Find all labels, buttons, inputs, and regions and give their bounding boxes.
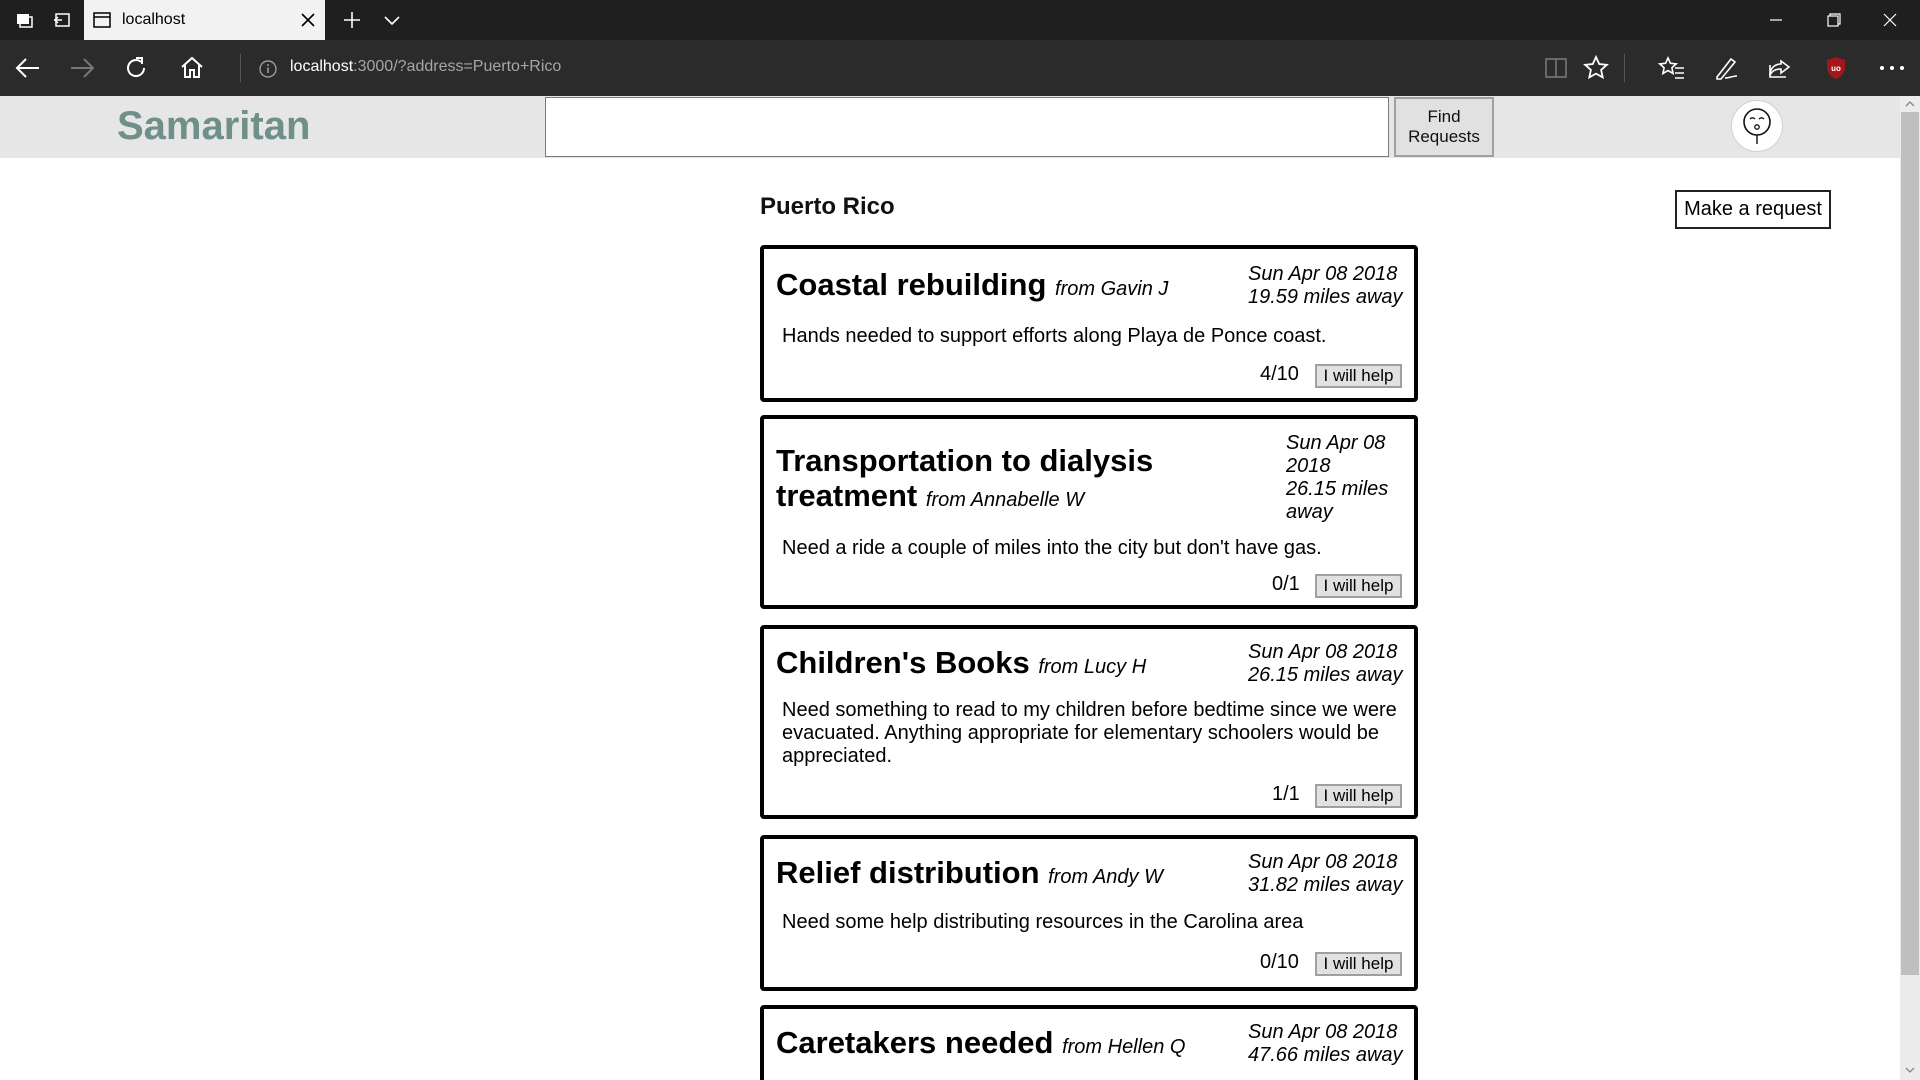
reading-view-icon[interactable] <box>1536 48 1576 88</box>
scroll-up-icon[interactable] <box>1900 96 1920 112</box>
request-title-line: Transportation to dialysis <box>776 443 1154 478</box>
restore-icon[interactable] <box>1806 0 1862 40</box>
web-note-pen-icon[interactable] <box>1706 48 1746 88</box>
svg-text:uo: uo <box>1831 64 1841 73</box>
request-meta: Sun Apr 08 2018 47.66 miles away <box>1248 1021 1403 1067</box>
tab-list-chevron-icon[interactable] <box>372 0 412 40</box>
request-description: Need something to read to my children be… <box>782 699 1397 767</box>
url-path: :3000/?address=Puerto+Rico <box>353 58 562 75</box>
request-title: Coastal rebuilding from Gavin J <box>776 267 1168 307</box>
url-host: localhost <box>290 58 354 75</box>
tab-title: localhost <box>122 11 186 28</box>
request-title: Transportation to dialysis treatment fro… <box>776 443 1153 518</box>
page-icon <box>93 12 111 28</box>
request-date: Sun Apr 08 2018 <box>1248 641 1398 663</box>
volunteer-count: 4/10 <box>1260 363 1299 385</box>
request-card: Children's Books from Lucy H Sun Apr 08 … <box>760 625 1418 819</box>
avatar[interactable] <box>1731 100 1783 152</box>
scroll-down-icon[interactable] <box>1900 1062 1920 1078</box>
ublock-extension-icon[interactable]: uo <box>1816 48 1856 88</box>
i-will-help-button[interactable]: I will help <box>1315 784 1402 808</box>
search-input[interactable] <box>545 97 1389 157</box>
request-date: Sun Apr 08 2018 <box>1248 1021 1398 1043</box>
request-title-text: Caretakers needed <box>776 1025 1054 1060</box>
make-request-button[interactable]: Make a request <box>1675 190 1831 229</box>
request-title: Relief distribution from Andy W <box>776 855 1163 895</box>
request-date: 2018 <box>1286 455 1331 477</box>
address-bar[interactable]: localhost:3000/?address=Puerto+Rico <box>290 58 561 76</box>
page-scrollbar[interactable] <box>1900 96 1920 1080</box>
request-distance: away <box>1286 501 1333 523</box>
request-title-line: treatment <box>776 478 918 513</box>
address-separator <box>240 54 241 82</box>
request-date: Sun Apr 08 2018 <box>1248 263 1398 285</box>
request-meta: Sun Apr 08 2018 26.15 miles away <box>1248 641 1403 687</box>
request-distance: 26.15 miles <box>1286 478 1389 500</box>
volunteer-count: 0/10 <box>1260 951 1299 973</box>
page-viewport: Samaritan Find Requests Puerto Rico Make… <box>0 96 1920 1080</box>
set-aside-tabs-icon[interactable] <box>44 0 80 40</box>
tab-actions-icon[interactable] <box>6 0 42 40</box>
browser-nav-bar: localhost:3000/?address=Puerto+Rico uo <box>0 40 1920 96</box>
browser-tab-bar: localhost <box>0 0 1920 40</box>
favorite-star-icon[interactable] <box>1576 48 1616 88</box>
site-header: Samaritan Find Requests <box>0 96 1900 158</box>
request-meta: Sun Apr 08 2018 26.15 miles away <box>1286 432 1388 524</box>
location-heading: Puerto Rico <box>760 193 895 220</box>
request-author: from Andy W <box>1048 866 1163 888</box>
i-will-help-button[interactable]: I will help <box>1315 364 1402 388</box>
site-logo[interactable]: Samaritan <box>117 104 310 149</box>
minimize-icon[interactable] <box>1748 0 1804 40</box>
request-title: Children's Books from Lucy H <box>776 645 1146 685</box>
toolbar-separator <box>1624 54 1625 82</box>
request-author: from Annabelle W <box>925 489 1085 511</box>
volunteer-count: 1/1 <box>1272 783 1300 805</box>
find-requests-button[interactable]: Find Requests <box>1394 97 1494 157</box>
forward-arrow-icon[interactable] <box>62 48 102 88</box>
request-description: Hands needed to support efforts along Pl… <box>782 325 1327 347</box>
request-author: from Hellen Q <box>1062 1036 1186 1058</box>
request-card: Transportation to dialysis treatment fro… <box>760 415 1418 609</box>
new-tab-icon[interactable] <box>332 0 372 40</box>
home-icon[interactable] <box>172 48 212 88</box>
request-distance: 31.82 miles away <box>1248 874 1403 896</box>
more-menu-icon[interactable] <box>1872 48 1912 88</box>
request-card: Caretakers needed from Hellen Q Sun Apr … <box>760 1005 1418 1080</box>
request-description: Need some help distributing resources in… <box>782 911 1304 933</box>
request-title-text: Coastal rebuilding <box>776 267 1047 302</box>
request-card: Coastal rebuilding from Gavin J Sun Apr … <box>760 245 1418 402</box>
scrollbar-thumb[interactable] <box>1901 112 1919 975</box>
request-title-text: Children's Books <box>776 645 1030 680</box>
tab-localhost[interactable]: localhost <box>84 0 325 40</box>
request-author: from Lucy H <box>1038 656 1147 678</box>
favorites-hub-icon[interactable] <box>1652 48 1692 88</box>
back-arrow-icon[interactable] <box>8 48 48 88</box>
close-tab-icon[interactable] <box>298 10 318 30</box>
request-distance: 26.15 miles away <box>1248 664 1403 686</box>
share-icon[interactable] <box>1760 48 1800 88</box>
request-description: Need a ride a couple of miles into the c… <box>782 537 1322 559</box>
face-icon <box>1743 108 1771 144</box>
request-distance: 47.66 miles away <box>1248 1044 1403 1066</box>
request-meta: Sun Apr 08 2018 31.82 miles away <box>1248 851 1403 897</box>
request-title-text: Relief distribution <box>776 855 1040 890</box>
request-author: from Gavin J <box>1055 278 1169 300</box>
request-distance: 19.59 miles away <box>1248 286 1403 308</box>
request-title: Caretakers needed from Hellen Q <box>776 1025 1185 1065</box>
close-window-icon[interactable] <box>1862 0 1918 40</box>
request-meta: Sun Apr 08 2018 19.59 miles away <box>1248 263 1403 309</box>
volunteer-count: 0/1 <box>1272 573 1300 595</box>
site-info-icon[interactable] <box>258 59 278 79</box>
i-will-help-button[interactable]: I will help <box>1315 574 1402 598</box>
i-will-help-button[interactable]: I will help <box>1315 952 1402 976</box>
refresh-icon[interactable] <box>116 48 156 88</box>
request-date: Sun Apr 08 2018 <box>1248 851 1398 873</box>
request-date: Sun Apr 08 <box>1286 432 1386 454</box>
request-card: Relief distribution from Andy W Sun Apr … <box>760 835 1418 991</box>
